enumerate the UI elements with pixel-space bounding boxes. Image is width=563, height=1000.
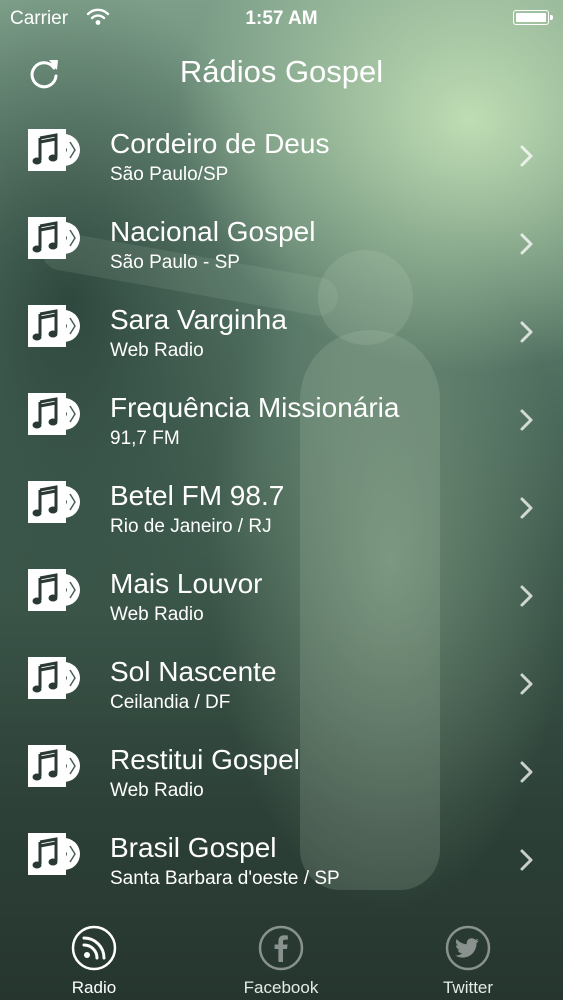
navigation-bar: Rádios Gospel (0, 40, 563, 106)
station-row[interactable]: Frequência Missionária 91,7 FM (0, 366, 563, 454)
music-disc-icon (26, 302, 82, 350)
station-location: Santa Barbara d'oeste / SP (110, 868, 340, 889)
tab-radio[interactable]: Radio (24, 915, 164, 1000)
chevron-right-icon (518, 584, 536, 608)
station-name: Mais Louvor (110, 568, 263, 599)
music-disc-icon (26, 830, 82, 878)
music-disc-icon (26, 566, 82, 614)
music-disc-icon (26, 390, 82, 438)
station-list: Cordeiro de Deus São Paulo/SP Nacional Gos… (0, 102, 563, 894)
tab-facebook-label: Facebook (243, 978, 319, 997)
music-disc-icon (26, 126, 82, 174)
station-name: Brasil Gospel (110, 832, 277, 863)
station-name: Restitui Gospel (110, 744, 300, 775)
music-disc-icon (26, 478, 82, 526)
tab-twitter[interactable]: Twitter (398, 915, 538, 1000)
chevron-right-icon (518, 760, 536, 784)
tab-twitter-label: Twitter (442, 978, 494, 997)
station-location: Web Radio (110, 780, 204, 801)
tab-facebook[interactable]: Facebook (211, 915, 351, 1000)
music-disc-icon (26, 214, 82, 262)
station-location: Web Radio (110, 340, 204, 361)
station-location: Ceilandia / DF (110, 692, 231, 713)
station-location: São Paulo - SP (110, 252, 240, 273)
station-row[interactable]: Mais Louvor Web Radio (0, 542, 563, 630)
battery-icon (513, 10, 553, 25)
chevron-right-icon (518, 144, 536, 168)
chevron-right-icon (518, 848, 536, 872)
page-title: Rádios Gospel (179, 54, 384, 89)
station-row[interactable]: Sol Nascente Ceilandia / DF (0, 630, 563, 718)
tab-bar: Radio Facebook Twitter (0, 915, 563, 1000)
station-location: São Paulo/SP (110, 164, 229, 185)
status-bar: Carrier 1:57 AM (0, 0, 563, 38)
chevron-right-icon (518, 232, 536, 256)
music-disc-icon (26, 742, 82, 790)
station-name: Sol Nascente (110, 656, 277, 687)
station-name: Nacional Gospel (110, 216, 316, 247)
chevron-right-icon (518, 672, 536, 696)
station-name: Sara Varginha (110, 304, 287, 335)
station-row[interactable]: Cordeiro de Deus São Paulo/SP (0, 102, 563, 190)
twitter-icon (445, 925, 491, 971)
tab-radio-label: Radio (71, 978, 117, 997)
facebook-icon (258, 925, 304, 971)
station-location: Rio de Janeiro / RJ (110, 516, 272, 537)
station-location: Web Radio (110, 604, 204, 625)
station-row[interactable]: Betel FM 98.7 Rio de Janeiro / RJ (0, 454, 563, 542)
chevron-right-icon (518, 320, 536, 344)
station-row[interactable]: Sara Varginha Web Radio (0, 278, 563, 366)
chevron-right-icon (518, 408, 536, 432)
station-name: Cordeiro de Deus (110, 128, 330, 159)
station-location: 91,7 FM (110, 428, 180, 449)
chevron-right-icon (518, 496, 536, 520)
station-row[interactable]: Brasil Gospel Santa Barbara d'oeste / SP (0, 806, 563, 894)
station-row[interactable]: Nacional Gospel São Paulo - SP (0, 190, 563, 278)
station-name: Frequência Missionária (110, 392, 400, 423)
station-name: Betel FM 98.7 (110, 480, 285, 511)
rss-icon (71, 925, 117, 971)
music-disc-icon (26, 654, 82, 702)
station-row[interactable]: Restitui Gospel Web Radio (0, 718, 563, 806)
clock: 1:57 AM (245, 8, 318, 29)
